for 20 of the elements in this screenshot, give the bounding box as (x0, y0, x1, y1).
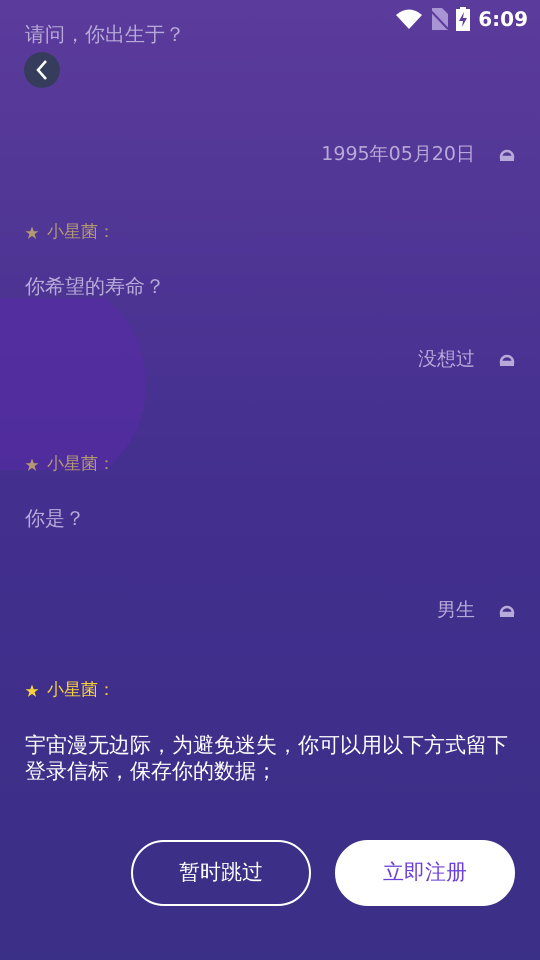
action-button[interactable]: 暂时跳过 (131, 840, 311, 906)
speaker-name: 小星菌： (47, 221, 115, 244)
message-text: 宇宙漫无边际，为避免迷失，你可以用以下方式留下登录信标，保存你的数据； (25, 732, 509, 784)
message-text: 请问，你出生于？ (25, 22, 186, 47)
status-time: 6:09 (478, 6, 528, 33)
wifi-icon (396, 9, 422, 29)
answer-text: 男生 (437, 598, 475, 623)
message-text: 你是？ (25, 506, 86, 530)
user-helmet-icon (499, 603, 515, 618)
speaker-name: 小星菌： (47, 453, 115, 476)
user-helmet-icon (499, 352, 515, 366)
no-sim-icon (430, 8, 448, 30)
action-button[interactable]: 立即注册 (335, 840, 515, 906)
message-text: 你希望的寿命？ (25, 274, 166, 298)
back-button[interactable] (24, 52, 60, 88)
answer-text: 1995年05月20日 (321, 142, 475, 167)
battery-charging-icon (456, 7, 470, 31)
speaker-name: 小星菌： (47, 679, 115, 702)
answer-text: 没想过 (418, 347, 475, 372)
user-helmet-icon (499, 147, 515, 162)
